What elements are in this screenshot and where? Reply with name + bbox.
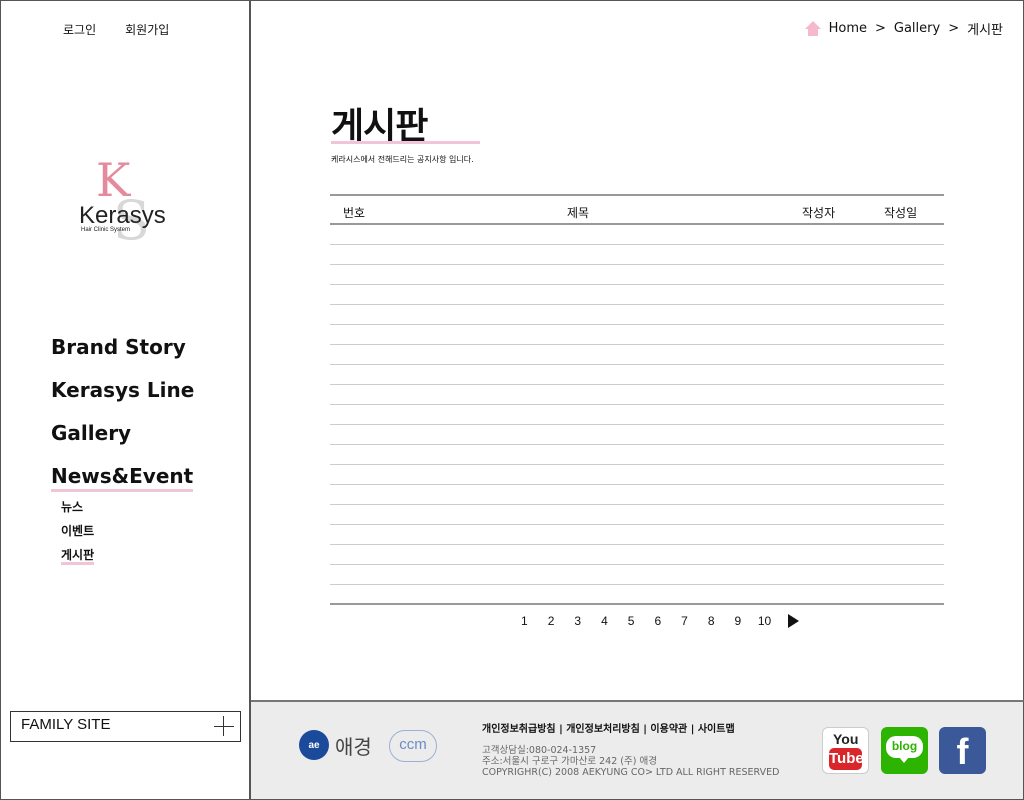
youtube-tube: Tube	[829, 748, 864, 770]
page-link[interactable]: 4	[591, 614, 618, 628]
table-row[interactable]	[330, 565, 944, 585]
board-table: 번호 제목 작성자 작성일	[330, 194, 944, 605]
table-row[interactable]	[330, 345, 944, 365]
table-row[interactable]	[330, 385, 944, 405]
column-number: 번호	[343, 206, 366, 220]
nav-brand-story[interactable]: Brand Story	[51, 333, 194, 376]
subnav-board[interactable]: 게시판	[61, 546, 95, 570]
table-row[interactable]	[330, 265, 944, 285]
nav-gallery[interactable]: Gallery	[51, 419, 194, 462]
table-row[interactable]	[330, 305, 944, 325]
ccm-logo: ccm	[389, 730, 437, 762]
main-nav: Brand Story Kerasys Line Gallery News&Ev…	[51, 333, 194, 505]
login-link[interactable]: 로그인	[63, 21, 96, 38]
table-row[interactable]	[330, 405, 944, 425]
table-row[interactable]	[330, 425, 944, 445]
table-row[interactable]	[330, 525, 944, 545]
page-link[interactable]: 5	[618, 614, 645, 628]
breadcrumb-separator: >	[948, 21, 960, 36]
page-link[interactable]: 6	[644, 614, 671, 628]
table-row[interactable]	[330, 545, 944, 565]
table-row[interactable]	[330, 465, 944, 485]
footer: ae 애경 ccm 개인정보취급방침 | 개인정보처리방침 | 이용약관 | 사…	[251, 700, 1024, 800]
sub-nav: 뉴스 이벤트 게시판	[61, 498, 95, 570]
footer-address: 주소:서울시 구로구 가마산로 242 (주) 애경	[482, 756, 657, 767]
title-underline	[331, 141, 480, 144]
page-link[interactable]: 1	[511, 614, 538, 628]
page-link[interactable]: 2	[538, 614, 565, 628]
table-row[interactable]	[330, 585, 944, 605]
blog-label: blog	[886, 736, 923, 758]
aekyung-emblem-icon: ae	[299, 730, 329, 760]
page-link[interactable]: 10	[751, 614, 778, 628]
table-row[interactable]	[330, 365, 944, 385]
aekyung-logo[interactable]: ae 애경	[299, 730, 372, 760]
kerasys-logo[interactable]: K S Kerasys Hair Clinic System	[71, 151, 181, 252]
blog-icon[interactable]: blog	[881, 727, 928, 774]
sidebar: 로그인 회원가입 K S Kerasys Hair Clinic System …	[0, 0, 251, 800]
home-icon[interactable]	[804, 21, 821, 36]
table-row[interactable]	[330, 505, 944, 525]
table-row[interactable]	[330, 225, 944, 245]
page-link[interactable]: 8	[698, 614, 725, 628]
table-row[interactable]	[330, 325, 944, 345]
table-row[interactable]	[330, 445, 944, 465]
board-rows	[330, 225, 944, 605]
nav-kerasys-line[interactable]: Kerasys Line	[51, 376, 194, 419]
breadcrumb-gallery[interactable]: Gallery	[894, 21, 940, 36]
table-row[interactable]	[330, 285, 944, 305]
subnav-news[interactable]: 뉴스	[61, 498, 94, 522]
youtube-icon[interactable]: You Tube	[822, 727, 869, 774]
breadcrumb: Home > Gallery > 게시판	[804, 19, 1003, 38]
next-page-icon[interactable]	[787, 614, 799, 628]
board-header: 번호 제목 작성자 작성일	[330, 194, 944, 225]
plus-icon	[214, 716, 234, 736]
page-link[interactable]: 3	[564, 614, 591, 628]
facebook-icon[interactable]: f	[939, 727, 986, 774]
column-author: 작성자	[802, 206, 836, 220]
youtube-you: You	[833, 731, 859, 747]
blog-bubble-tail	[899, 757, 909, 763]
table-row[interactable]	[330, 485, 944, 505]
column-date: 작성일	[884, 206, 918, 220]
footer-links[interactable]: 개인정보취급방침 | 개인정보처리방침 | 이용약관 | 사이트맵	[482, 720, 735, 735]
family-site-select[interactable]: FAMILY SITE	[10, 711, 241, 742]
page-subtitle: 케라시스에서 전해드리는 공지사항 입니다.	[331, 155, 474, 164]
breadcrumb-board[interactable]: 게시판	[967, 19, 1003, 38]
logo-tagline: Hair Clinic System	[81, 227, 130, 233]
page-link[interactable]: 9	[725, 614, 752, 628]
breadcrumb-separator: >	[874, 21, 886, 36]
page-link[interactable]: 7	[671, 614, 698, 628]
pagination: 1 2 3 4 5 6 7 8 9 10	[511, 614, 799, 628]
signup-link[interactable]: 회원가입	[125, 21, 169, 38]
footer-phone: 고객상담실:080-024-1357	[482, 745, 597, 756]
footer-info: 고객상담실:080-024-1357 주소:서울시 구로구 가마산로 242 (…	[482, 745, 779, 778]
subnav-event[interactable]: 이벤트	[61, 522, 94, 546]
logo-name: Kerasys	[79, 202, 166, 229]
main-content: Home > Gallery > 게시판 게시판 케라시스에서 전해드리는 공지…	[251, 0, 1024, 700]
table-row[interactable]	[330, 245, 944, 265]
auth-links: 로그인 회원가입	[63, 21, 169, 38]
footer-copyright: COPYRIGHR(C) 2008 AEKYUNG CO> LTD ALL RI…	[482, 767, 780, 778]
breadcrumb-home[interactable]: Home	[829, 21, 867, 36]
column-title: 제목	[567, 206, 590, 220]
aekyung-brand: 애경	[335, 734, 372, 759]
family-site-label: FAMILY SITE	[21, 716, 111, 733]
